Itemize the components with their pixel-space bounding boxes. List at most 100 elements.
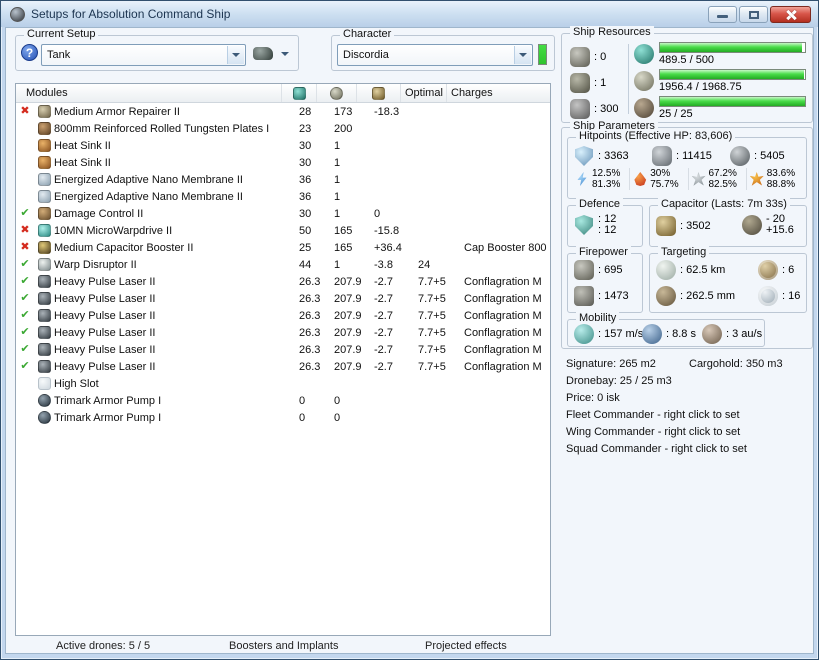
row-status-icon	[16, 307, 34, 324]
module-name: Energized Adaptive Nano Membrane II	[54, 190, 243, 203]
resistance-effective: 82.5%	[708, 179, 737, 190]
setup-select-value: Tank	[47, 49, 71, 61]
module-charges: Conflagration M	[464, 360, 542, 373]
module-name: High Slot	[54, 377, 99, 390]
module-row[interactable]: Heat Sink II 30 1	[16, 154, 550, 171]
module-powergrid: 207.9	[334, 292, 362, 305]
speed-icon	[574, 324, 594, 344]
mobility-group: Mobility : 157 m/s : 8.8 s : 3 au/s	[567, 312, 765, 347]
module-cap-use: -2.7	[374, 360, 393, 373]
module-row[interactable]: Medium Armor Repairer II 28 173 -18.3	[16, 103, 550, 120]
module-row[interactable]: 10MN MicroWarpdrive II 50 165 -15.8	[16, 222, 550, 239]
module-powergrid: 1	[334, 190, 341, 203]
projected-effects-section[interactable]: Projected effects	[425, 640, 507, 652]
active-drones-section[interactable]: Active drones: 5 / 5	[56, 640, 150, 652]
module-row[interactable]: Trimark Armor Pump I 0 0	[16, 392, 550, 409]
ship-resources-label: Ship Resources	[570, 26, 654, 38]
module-row[interactable]: Heavy Pulse Laser II 26.3 207.9 -2.7 7.7…	[16, 358, 550, 375]
header-powergrid[interactable]	[317, 84, 357, 102]
modules-rows: Medium Armor Repairer II 28 173 -18.3 80…	[16, 103, 550, 635]
resource-bars: 489.5 / 500 1956.4 / 1968.75 25 / 25	[634, 40, 806, 121]
module-name: Medium Armor Repairer II	[54, 105, 180, 118]
character-select-arrow-button[interactable]	[514, 46, 531, 64]
module-cpu: 26.3	[299, 275, 321, 288]
module-optimal: 7.7+5	[418, 343, 446, 356]
resistance-base: 83.6%	[766, 168, 796, 179]
hitpoints-label: Hitpoints (Effective HP: 83,606)	[576, 130, 736, 142]
module-row[interactable]: Heavy Pulse Laser II 26.3 207.9 -2.7 7.7…	[16, 324, 550, 341]
character-select[interactable]: Discordia	[337, 44, 533, 66]
modules-table-header: Modules Optimal Charges	[16, 84, 550, 103]
shield-hp: : 3363	[574, 146, 646, 166]
character-skill-status-bar	[538, 44, 547, 65]
header-optimal[interactable]: Optimal	[401, 84, 447, 102]
module-icon	[37, 241, 51, 254]
row-status-icon	[16, 205, 34, 222]
module-row[interactable]: Energized Adaptive Nano Membrane II 36 1	[16, 188, 550, 205]
ship-select-button[interactable]	[253, 45, 295, 63]
squad-commander-setting[interactable]: Squad Commander - right click to set	[566, 443, 747, 455]
minimize-button[interactable]	[708, 6, 737, 23]
module-row[interactable]: Heavy Pulse Laser II 26.3 207.9 -2.7 7.7…	[16, 290, 550, 307]
module-row[interactable]: Heat Sink II 30 1	[16, 137, 550, 154]
capacitor-label: Capacitor (Lasts: 7m 33s)	[658, 198, 790, 210]
module-row[interactable]: 800mm Reinforced Rolled Tungsten Plates …	[16, 120, 550, 137]
header-charges[interactable]: Charges	[447, 84, 550, 102]
dronebay-value: Dronebay: 25 / 25 m3	[566, 375, 672, 387]
module-name: Heavy Pulse Laser II	[54, 326, 156, 339]
header-modules[interactable]: Modules	[16, 84, 282, 102]
module-row[interactable]: Damage Control II 30 1 0	[16, 205, 550, 222]
module-cpu: 0	[299, 411, 306, 424]
module-cap-use: -2.7	[374, 292, 393, 305]
module-icon	[37, 139, 51, 152]
structure-hp-value: : 5405	[754, 150, 785, 162]
fleet-commander-setting[interactable]: Fleet Commander - right click to set	[566, 409, 740, 421]
module-cpu: 26.3	[299, 360, 321, 373]
resistance-effective: 81.3%	[592, 179, 621, 190]
header-cpu[interactable]	[282, 84, 317, 102]
title-bar[interactable]: Setups for Absolution Command Ship	[1, 1, 818, 27]
header-capacitor[interactable]	[357, 84, 401, 102]
module-row[interactable]: Warp Disruptor II 44 1 -3.8 24	[16, 256, 550, 273]
module-row[interactable]: Heavy Pulse Laser II 26.3 207.9 -2.7 7.7…	[16, 273, 550, 290]
resource-bar-text: 489.5 / 500	[659, 53, 715, 66]
defence-label: Defence	[576, 198, 623, 210]
module-row[interactable]: Heavy Pulse Laser II 26.3 207.9 -2.7 7.7…	[16, 307, 550, 324]
resistance-base: 67.2%	[708, 168, 737, 179]
module-row[interactable]: Trimark Armor Pump I 0 0	[16, 409, 550, 426]
resource-icon	[634, 70, 654, 91]
module-icon	[37, 173, 51, 186]
module-cap-use: +36.4	[374, 241, 402, 254]
module-icon	[37, 309, 51, 322]
maximize-button[interactable]	[739, 6, 768, 23]
slot-counter: : 1	[570, 70, 626, 96]
row-status-icon	[16, 324, 34, 341]
module-row[interactable]: High Slot	[16, 375, 550, 392]
module-powergrid: 207.9	[334, 343, 362, 356]
module-icon	[37, 360, 51, 373]
module-row[interactable]: Heavy Pulse Laser II 26.3 207.9 -2.7 7.7…	[16, 341, 550, 358]
close-button[interactable]	[770, 6, 811, 23]
module-row[interactable]: Medium Capacitor Booster II 25 165 +36.4…	[16, 239, 550, 256]
module-cpu: 23	[299, 122, 312, 135]
max-targets-value: : 6	[782, 264, 795, 276]
defence-shield-icon	[575, 215, 593, 235]
slot-value: : 1	[594, 77, 607, 89]
setup-select[interactable]: Tank	[41, 44, 246, 66]
module-cpu: 26.3	[299, 326, 321, 339]
wing-commander-setting[interactable]: Wing Commander - right click to set	[566, 426, 740, 438]
setup-select-arrow-button[interactable]	[227, 46, 244, 64]
module-name: Heavy Pulse Laser II	[54, 275, 156, 288]
armor-hp: : 11415	[652, 146, 724, 166]
help-icon[interactable]: ?	[21, 44, 38, 61]
module-row[interactable]: Energized Adaptive Nano Membrane II 36 1	[16, 171, 550, 188]
resistance-icon	[577, 172, 587, 186]
firepower-volley-value: : 1473	[598, 290, 629, 302]
module-cpu: 25	[299, 241, 312, 254]
module-optimal: 7.7+5	[418, 309, 446, 322]
module-icon	[37, 258, 51, 271]
module-cap-use: -3.8	[374, 258, 393, 271]
boosters-implants-section[interactable]: Boosters and Implants	[229, 640, 338, 652]
capacitor-group: Capacitor (Lasts: 7m 33s) : 3502 - 20 +1…	[649, 198, 807, 247]
resistance-icon	[634, 172, 647, 186]
